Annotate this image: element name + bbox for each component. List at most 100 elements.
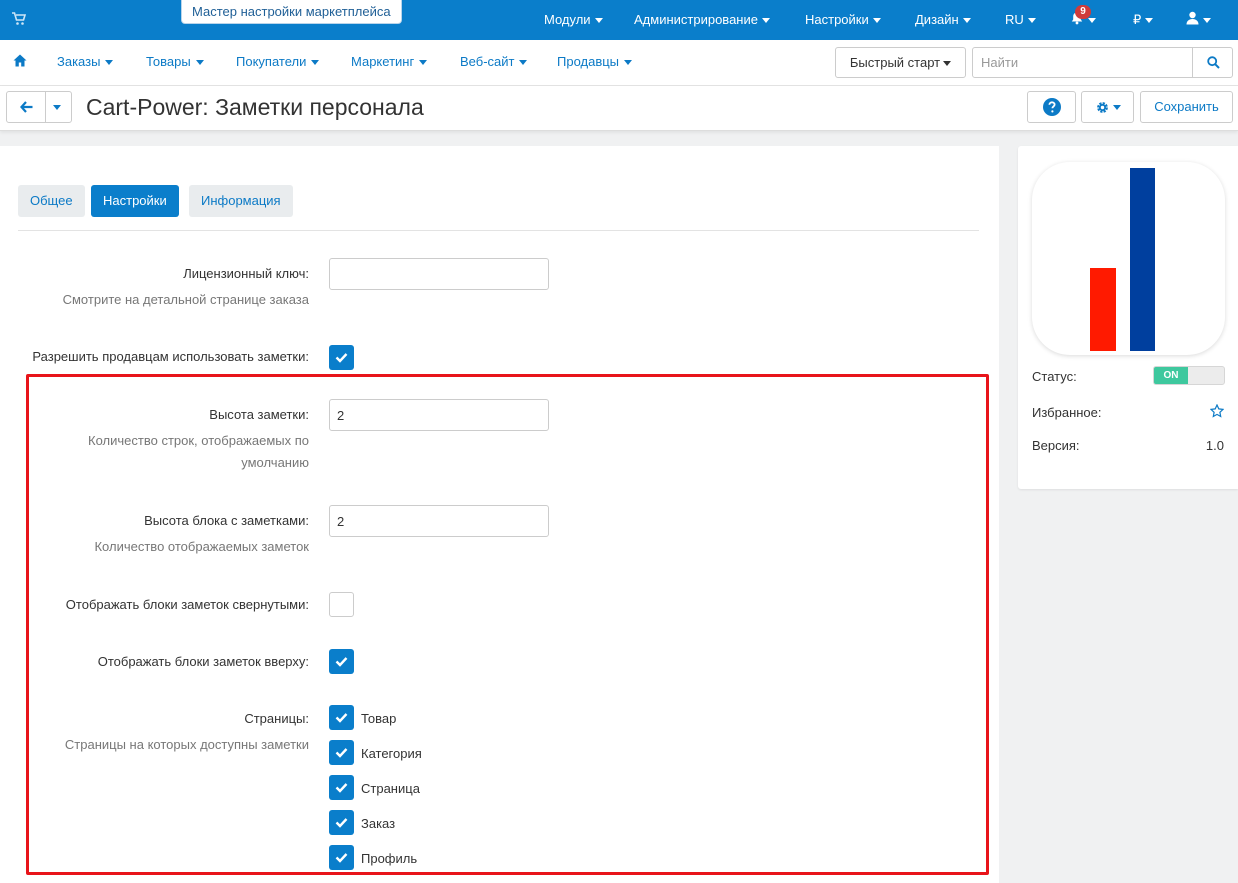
pages-label: Страницы:	[244, 711, 309, 726]
caret-down-icon	[1088, 18, 1096, 24]
nav-label: Маркетинг	[351, 54, 415, 69]
nav-label: Продавцы	[557, 54, 620, 69]
block-height-label: Высота блока с заметками:	[144, 513, 309, 528]
caret-down-icon	[624, 60, 633, 66]
page-option-page-label[interactable]: Страница	[361, 781, 420, 796]
page-option-category-label[interactable]: Категория	[361, 746, 422, 761]
addon-logo	[1032, 162, 1225, 355]
block-height-input[interactable]	[329, 505, 549, 537]
page-header: Cart-Power: Заметки персонала Сохранить	[0, 86, 1238, 131]
page-option-page-checkbox[interactable]	[329, 775, 354, 800]
caret-down-icon	[53, 105, 61, 110]
quick-start-button[interactable]: Быстрый старт	[835, 47, 966, 78]
menu-label: Модули	[544, 12, 591, 27]
check-icon	[335, 713, 348, 723]
language-label: RU	[1005, 12, 1024, 27]
addon-logo-image	[1090, 168, 1155, 351]
check-icon	[335, 657, 348, 667]
note-height-label: Высота заметки:	[209, 407, 309, 422]
caret-down-icon	[761, 18, 770, 24]
search-button[interactable]	[1192, 47, 1233, 78]
page-option-order-checkbox[interactable]	[329, 810, 354, 835]
tab-settings[interactable]: Настройки	[91, 185, 179, 217]
search-input[interactable]	[972, 47, 1193, 78]
menu-settings[interactable]: Настройки	[805, 0, 881, 40]
notification-count-badge: 9	[1075, 5, 1091, 19]
caret-down-icon	[1203, 18, 1211, 24]
caret-down-icon	[1113, 105, 1121, 110]
collapsed-blocks-label: Отображать блоки заметок свернутыми:	[65, 597, 309, 612]
caret-down-icon	[419, 60, 428, 66]
page-option-profile-checkbox[interactable]	[329, 845, 354, 870]
page-option-order-label[interactable]: Заказ	[361, 816, 395, 831]
nav-website[interactable]: Веб-сайт	[460, 40, 528, 86]
caret-down-icon	[519, 60, 528, 66]
page-option-profile-label[interactable]: Профиль	[361, 851, 417, 866]
nav-label: Покупатели	[236, 54, 307, 69]
arrow-left-icon	[20, 101, 33, 116]
caret-down-icon	[872, 18, 881, 24]
status-toggle[interactable]: ON	[1153, 366, 1225, 385]
marketplace-wizard-link[interactable]: Мастер настройки маркетплейса	[181, 0, 402, 24]
tab-information[interactable]: Информация	[189, 185, 293, 217]
page-option-category-checkbox[interactable]	[329, 740, 354, 765]
nav-products[interactable]: Товары	[146, 40, 204, 86]
settings-dropdown-button[interactable]	[1081, 91, 1134, 123]
nav-orders[interactable]: Заказы	[57, 40, 114, 86]
pages-hint: Страницы на которых доступны заметки	[64, 737, 309, 752]
top-bar: Мастер настройки маркетплейса Модули Адм…	[0, 0, 1238, 40]
menu-label: Администрирование	[634, 12, 758, 27]
quick-start-label: Быстрый старт	[849, 55, 941, 70]
star-icon[interactable]	[1209, 403, 1225, 421]
addon-sidebar: Статус: ON Избранное: Версия: 1.0	[1018, 146, 1238, 489]
save-button[interactable]: Сохранить	[1140, 91, 1233, 123]
user-menu[interactable]	[1186, 0, 1211, 40]
license-key-hint: Смотрите на детальной странице заказа	[62, 292, 309, 307]
check-icon	[335, 783, 348, 793]
blocks-on-top-label: Отображать блоки заметок вверху:	[97, 654, 309, 669]
tabs-divider	[18, 230, 979, 231]
menu-design[interactable]: Дизайн	[915, 0, 971, 40]
cart-icon[interactable]	[12, 12, 28, 28]
currency-selector[interactable]: ₽	[1133, 0, 1154, 40]
search-icon	[1207, 56, 1220, 72]
page-title: Cart-Power: Заметки персонала	[86, 94, 424, 120]
license-key-label: Лицензионный ключ:	[183, 266, 309, 281]
page-option-product-label[interactable]: Товар	[361, 711, 396, 726]
license-key-input[interactable]	[329, 258, 549, 290]
main-navigation: Заказы Товары Покупатели Маркетинг Веб-с…	[0, 40, 1238, 86]
nav-vendors[interactable]: Продавцы	[557, 40, 633, 86]
note-height-input[interactable]	[329, 399, 549, 431]
allow-vendors-label: Разрешить продавцам использовать заметки…	[32, 349, 309, 364]
page-option-product-checkbox[interactable]	[329, 705, 354, 730]
blocks-on-top-checkbox[interactable]	[329, 649, 354, 674]
block-height-hint: Количество отображаемых заметок	[94, 539, 309, 554]
status-label: Статус:	[1032, 369, 1077, 384]
help-button[interactable]	[1027, 91, 1076, 123]
caret-down-icon	[1027, 18, 1036, 24]
collapsed-blocks-checkbox[interactable]	[329, 592, 354, 617]
tab-general[interactable]: Общее	[18, 185, 85, 217]
caret-down-icon	[962, 18, 971, 24]
note-height-hint: Количество строк, отображаемых по умолча…	[88, 433, 309, 470]
currency-label: ₽	[1133, 12, 1142, 27]
check-icon	[335, 748, 348, 758]
version-label: Версия:	[1032, 438, 1080, 453]
language-selector[interactable]: RU	[1005, 0, 1036, 40]
home-icon[interactable]	[13, 54, 27, 70]
nav-label: Заказы	[57, 54, 101, 69]
nav-label: Товары	[146, 54, 191, 69]
allow-vendors-checkbox[interactable]	[329, 345, 354, 370]
menu-modules[interactable]: Модули	[544, 0, 603, 40]
back-button[interactable]	[6, 91, 46, 123]
favorite-label: Избранное:	[1032, 405, 1102, 420]
nav-marketing[interactable]: Маркетинг	[351, 40, 428, 86]
caret-down-icon	[1145, 18, 1154, 24]
menu-administration[interactable]: Администрирование	[634, 0, 770, 40]
nav-customers[interactable]: Покупатели	[236, 40, 320, 86]
user-icon	[1186, 1, 1199, 41]
check-icon	[335, 853, 348, 863]
history-dropdown-button[interactable]	[45, 91, 72, 123]
settings-panel: Общее Настройки Информация Лицензионный …	[0, 146, 999, 883]
caret-down-icon	[105, 60, 114, 66]
